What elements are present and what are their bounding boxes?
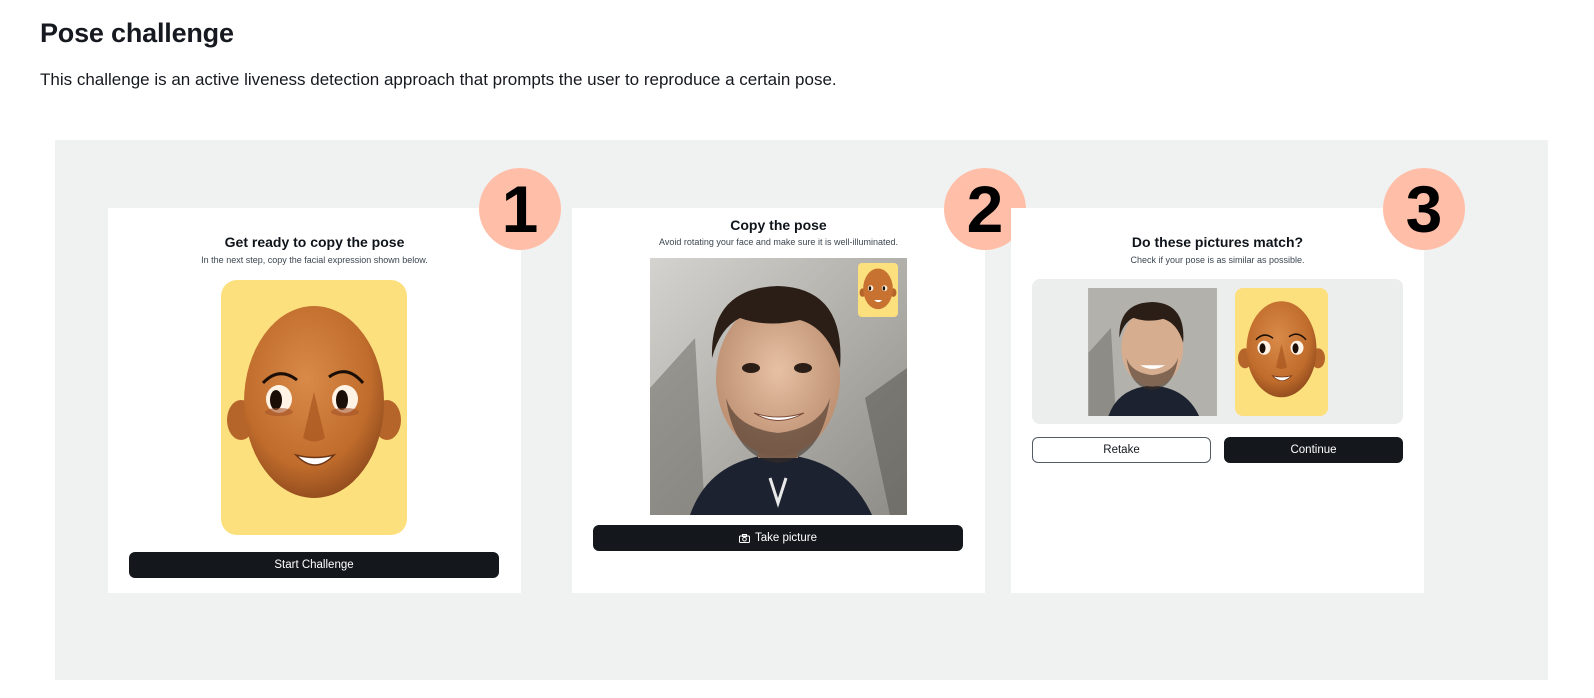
step-3-card: Do these pictures match? Check if your p… [1011,208,1424,593]
reference-pose-image [1235,288,1328,416]
camera-preview [650,258,907,515]
step-3-subtitle: Check if your pose is as similar as poss… [1130,255,1305,265]
pose-reference-thumbnail [858,263,898,317]
step-1-card: Get ready to copy the pose In the next s… [108,208,521,593]
page-title: Pose challenge [40,18,234,48]
start-challenge-button[interactable]: Start Challenge [129,552,499,578]
continue-button[interactable]: Continue [1224,437,1403,463]
pose-avatar-image [221,280,407,535]
step-2-subtitle: Avoid rotating your face and make sure i… [659,237,898,247]
start-challenge-label: Start Challenge [274,559,354,571]
step-1-subtitle: In the next step, copy the facial expres… [201,255,428,265]
continue-label: Continue [1290,444,1337,456]
take-picture-button[interactable]: Take picture [593,525,963,551]
demo-stage: Get ready to copy the pose In the next s… [55,140,1548,680]
step-3-title: Do these pictures match? [1131,234,1304,250]
step-2-card: Copy the pose Avoid rotating your face a… [572,208,985,593]
reference-avatar-illustration [1238,301,1325,398]
captured-selfie-thumb [1088,288,1217,416]
step-3-badge: 3 [1383,168,1465,250]
captured-photo [1088,288,1217,416]
retake-label: Retake [1103,444,1140,456]
camera-icon [738,533,750,543]
avatar-thumb-illustration [859,268,897,310]
comparison-panel [1032,279,1403,424]
retake-button[interactable]: Retake [1032,437,1211,463]
step-1-title: Get ready to copy the pose [224,234,405,250]
step-1-badge: 1 [479,168,561,250]
avatar-face-illustration [227,306,401,498]
page-description: This challenge is an active liveness det… [40,70,837,89]
take-picture-label: Take picture [754,532,817,544]
step-2-title: Copy the pose [730,217,827,233]
